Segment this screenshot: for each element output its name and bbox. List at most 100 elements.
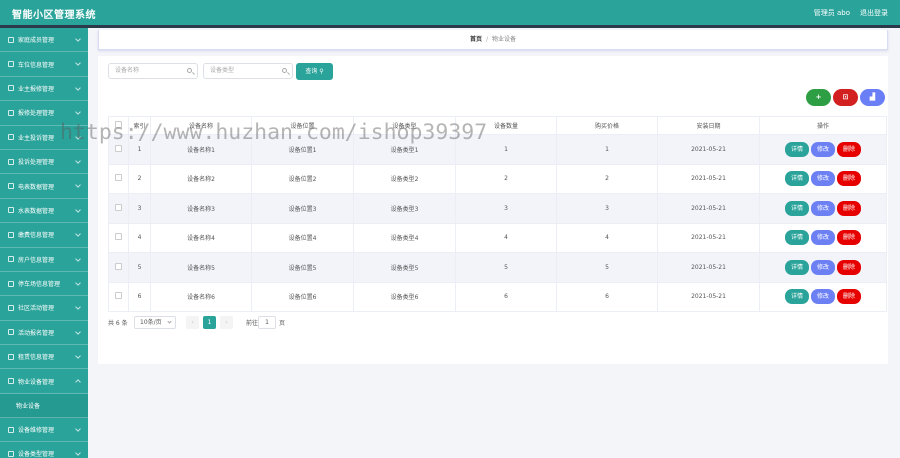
sidebar-item-label: 缴费信息管理 — [18, 232, 55, 240]
sidebar-subitem-equipment[interactable]: 物业设备 — [0, 393, 88, 418]
sidebar-item-family[interactable]: 家庭成员管理 — [0, 28, 88, 53]
select-all-header[interactable] — [108, 116, 129, 135]
chevron-down-icon — [75, 353, 81, 359]
cell-name: 设备名称2 — [150, 163, 252, 194]
sidebar-item-property-equipment[interactable]: 物业设备管理 — [0, 369, 88, 394]
sidebar-item-electricity[interactable]: 电表数据管理 — [0, 174, 88, 199]
sidebar-item-activity-signup[interactable]: 活动报名管理 — [0, 321, 88, 346]
delete-button[interactable]: 删除 — [837, 289, 861, 305]
breadcrumb-separator: / — [485, 36, 489, 43]
cell-name: 设备名称1 — [150, 134, 252, 165]
row-checkbox[interactable] — [115, 262, 122, 270]
delete-button[interactable]: 删除 — [837, 200, 861, 216]
delete-button[interactable]: 删除 — [837, 259, 861, 275]
cell-location: 设备位置2 — [251, 163, 354, 194]
cell-name: 设备名称5 — [150, 252, 252, 283]
sidebar-item-repair-handling[interactable]: 报修处理管理 — [0, 101, 88, 126]
add-button[interactable]: + — [806, 89, 831, 106]
breadcrumb-home[interactable]: 首页 — [470, 36, 482, 43]
chevron-down-icon — [75, 450, 81, 457]
row-checkbox[interactable] — [115, 233, 122, 241]
cell-price: 3 — [556, 193, 658, 224]
search-equipment-name-input[interactable]: 设备名称 — [108, 63, 198, 79]
goto-page-input[interactable]: 1 — [258, 316, 276, 329]
sidebar-item-label: 投诉处理管理 — [18, 159, 55, 167]
sidebar-item-parking-space[interactable]: 车位信息管理 — [0, 52, 88, 77]
cell-quantity: 6 — [455, 281, 557, 312]
breadcrumb-current: 物业设备 — [492, 36, 517, 43]
detail-button[interactable]: 详情 — [785, 141, 809, 157]
page-number-current[interactable]: 1 — [203, 316, 216, 329]
search-icon — [187, 68, 192, 73]
chevron-down-icon — [75, 304, 81, 311]
sidebar-item-label: 家庭成员管理 — [18, 37, 55, 45]
edit-button[interactable]: 修改 — [811, 289, 835, 305]
edit-button[interactable]: 修改 — [811, 200, 835, 216]
page-size-select[interactable]: 10条/页 — [134, 316, 176, 329]
sidebar-item-water[interactable]: 水表数据管理 — [0, 199, 88, 224]
row-checkbox[interactable] — [115, 292, 122, 300]
chevron-down-icon — [75, 109, 81, 116]
sidebar-item-label: 停车场信息管理 — [18, 281, 61, 289]
logout-link[interactable]: 退出登录 — [860, 8, 888, 18]
menu-icon — [8, 426, 14, 433]
detail-button[interactable]: 详情 — [785, 230, 809, 246]
edit-button[interactable]: 修改 — [811, 230, 835, 246]
cell-name: 设备名称4 — [150, 222, 252, 253]
row-checkbox[interactable] — [115, 144, 122, 152]
sidebar-item-label: 车位信息管理 — [18, 61, 55, 69]
detail-button[interactable]: 详情 — [785, 289, 809, 305]
sidebar-item-household[interactable]: 房户信息管理 — [0, 248, 88, 272]
sidebar-item-equipment-repair[interactable]: 设备维修管理 — [0, 418, 88, 443]
menu-icon — [8, 85, 14, 92]
sidebar-item-label: 业主投诉管理 — [18, 134, 55, 142]
chevron-down-icon — [75, 426, 81, 432]
search-button-label: 查询 — [305, 68, 318, 75]
prev-page-button[interactable]: ‹ — [186, 316, 199, 329]
chevron-down-icon — [75, 206, 81, 213]
sidebar-item-label: 电表数据管理 — [18, 183, 55, 191]
sidebar-item-community-activity[interactable]: 社区活动管理 — [0, 296, 88, 321]
select-all-checkbox[interactable] — [115, 121, 122, 128]
edit-button[interactable]: 修改 — [811, 171, 835, 187]
sidebar-item-payment[interactable]: 缴费信息管理 — [0, 223, 88, 248]
menu-icon — [8, 256, 14, 263]
cell-date: 2021-05-21 — [657, 222, 760, 253]
delete-button[interactable]: 删除 — [837, 171, 861, 187]
next-page-button[interactable]: › — [220, 316, 233, 329]
cell-name: 设备名称6 — [150, 281, 252, 312]
sidebar-item-label: 水表数据管理 — [18, 207, 55, 215]
search-button[interactable]: 查询 ⚲ — [296, 63, 333, 80]
edit-button[interactable]: 修改 — [811, 141, 835, 157]
cell-date: 2021-05-21 — [657, 134, 760, 165]
main-content: 首页 / 物业设备 设备名称 设备类型 查询 ⚲ + ⊡ ▟ 索引 设备名称 设备位… — [88, 28, 900, 458]
sidebar-item-equipment-type[interactable]: 设备类型管理 — [0, 442, 88, 458]
sidebar-item-complaint[interactable]: 业主投诉管理 — [0, 126, 88, 150]
cell-date: 2021-05-21 — [657, 281, 760, 312]
chevron-down-icon — [75, 133, 81, 140]
sidebar-item-repair-request[interactable]: 业主报修管理 — [0, 77, 88, 102]
delete-button[interactable]: 删除 — [837, 230, 861, 246]
column-header: 购买价格 — [556, 116, 658, 135]
sidebar: 家庭成员管理 车位信息管理 业主报修管理 报修处理管理 业主投诉管理 投诉处理管… — [0, 28, 88, 458]
sidebar-item-rental[interactable]: 租赁信息管理 — [0, 345, 88, 370]
cell-price: 1 — [556, 134, 658, 165]
cell-type: 设备类型5 — [353, 252, 456, 283]
column-header: 安装日期 — [657, 116, 760, 135]
edit-button[interactable]: 修改 — [811, 259, 835, 275]
batch-delete-button[interactable]: ⊡ — [833, 89, 858, 106]
sidebar-item-complaint-handling[interactable]: 投诉处理管理 — [0, 150, 88, 175]
delete-button[interactable]: 删除 — [837, 141, 861, 157]
chart-button[interactable]: ▟ — [860, 89, 885, 106]
menu-icon — [8, 280, 14, 287]
sidebar-item-label: 物业设备管理 — [18, 378, 55, 386]
row-checkbox[interactable] — [115, 174, 122, 182]
menu-icon — [8, 378, 14, 385]
detail-button[interactable]: 详情 — [785, 200, 809, 216]
sidebar-item-label: 业主报修管理 — [18, 85, 55, 93]
detail-button[interactable]: 详情 — [785, 259, 809, 275]
search-equipment-type-input[interactable]: 设备类型 — [203, 63, 293, 79]
detail-button[interactable]: 详情 — [785, 171, 809, 187]
row-checkbox[interactable] — [115, 203, 122, 211]
sidebar-item-parking-lot[interactable]: 停车场信息管理 — [0, 272, 88, 297]
